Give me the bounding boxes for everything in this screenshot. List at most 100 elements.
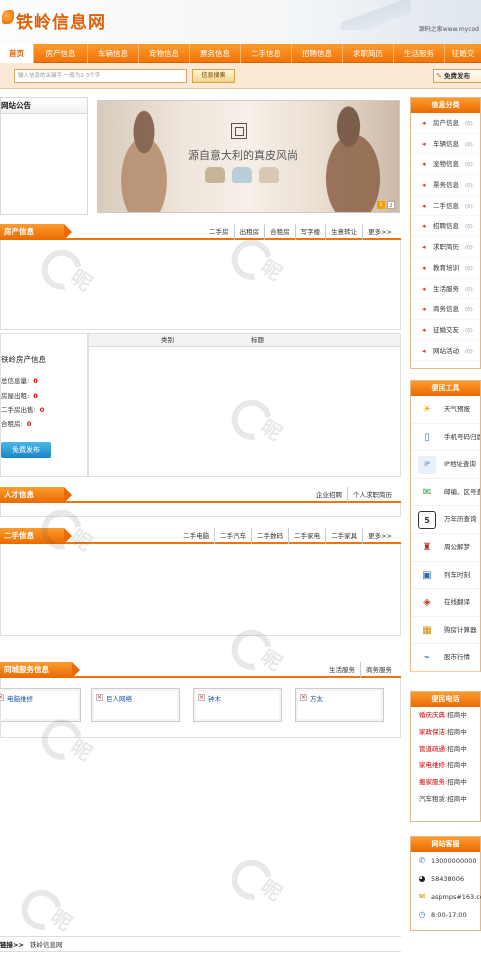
- service-hours: ◷ 8:00-17:00: [418, 910, 467, 919]
- tools-panel: 便民工具 ☀ 天气预报 ▯ 手机号码归属 IP IP地址查询 ✉ 邮编、区号查 5 万年历…: [410, 380, 481, 672]
- service-qq[interactable]: ◕ 58438006: [411, 870, 480, 888]
- service-name[interactable]: 巨人网络: [106, 693, 132, 703]
- service-card[interactable]: × 巨人网络: [91, 688, 180, 722]
- category-item[interactable]: 二手信息(0): [411, 196, 480, 217]
- service-name[interactable]: 方太: [310, 693, 323, 703]
- link-second-computer[interactable]: 二手电脑: [178, 528, 214, 544]
- category-panel-title: 信息分类: [411, 98, 480, 113]
- link-company-jobs[interactable]: 企业招聘: [311, 487, 347, 503]
- link-second-digital[interactable]: 二手数码: [251, 528, 288, 544]
- tool-item-phone[interactable]: ▯ 手机号码归属: [411, 424, 480, 452]
- nav-item-life[interactable]: 生活服务: [394, 44, 445, 63]
- talent-section-title: 人才信息: [0, 487, 72, 503]
- mail-icon: ✉: [422, 486, 432, 498]
- city-section-header: 同城服务信息 生活服务 商务服务: [0, 662, 401, 678]
- category-item[interactable]: 房产信息(0): [411, 113, 480, 134]
- category-item[interactable]: 宠物信息(0): [411, 154, 480, 176]
- link-business-service[interactable]: 商务服务: [360, 662, 397, 678]
- link-second-appliance[interactable]: 二手家电: [288, 528, 325, 544]
- banner-page-1[interactable]: 1: [377, 201, 385, 209]
- handbag-image: [259, 167, 279, 183]
- link-personal-resume[interactable]: 个人求职简历: [347, 487, 397, 503]
- house-section-links: 二手房 出租房 合租房 写字楼 生意转让 更多>>: [204, 224, 397, 240]
- publish-button[interactable]: 免费发布: [433, 69, 481, 83]
- link-rent-house[interactable]: 出租房: [233, 224, 265, 240]
- tool-item-train[interactable]: ▣ 列车时刻: [411, 562, 480, 590]
- announcement-title: 网站公告: [1, 98, 87, 114]
- category-item[interactable]: 商务信息(0): [411, 299, 480, 320]
- second-list: [0, 544, 401, 636]
- tool-item-calculator[interactable]: ▦ 购房计算器: [411, 617, 480, 645]
- tool-item-postcode[interactable]: ✉ 邮编、区号查: [411, 479, 480, 507]
- tool-item-translate[interactable]: ◈ 在线翻译: [411, 589, 480, 617]
- nav-item-jobs[interactable]: 招聘信息: [292, 44, 343, 63]
- search-button[interactable]: 信息搜索: [192, 69, 235, 83]
- link-more[interactable]: 更多>>: [362, 528, 397, 544]
- link-more[interactable]: 更多>>: [362, 224, 397, 240]
- service-email[interactable]: ✉ aspmps#163.co: [411, 888, 481, 906]
- category-item[interactable]: 教育培训(0): [411, 258, 480, 279]
- banner-page-2[interactable]: 2: [387, 201, 395, 209]
- house-section-header: 房产信息 二手房 出租房 合租房 写字楼 生意转让 更多>>: [0, 224, 401, 240]
- phones-panel-title: 便民电话: [411, 692, 480, 707]
- phone-item[interactable]: 搬家服务:招商中: [411, 774, 480, 791]
- nav-item-vehicle[interactable]: 车辆信息: [88, 44, 139, 63]
- link-life-service[interactable]: 生活服务: [324, 662, 360, 678]
- friend-links-bar: 链接>> 铁岭信息网: [0, 936, 401, 952]
- nav-item-pet[interactable]: 宠物信息: [139, 44, 190, 63]
- tool-item-ip[interactable]: IP IP地址查询: [411, 451, 480, 479]
- banner-tagline: 源自意大利的真皮风尚: [188, 149, 298, 162]
- tools-panel-title: 便民工具: [411, 381, 480, 396]
- search-input[interactable]: 输入信息的关键字 一般为2-3个字: [14, 69, 187, 83]
- friend-link[interactable]: 铁岭信息网: [30, 941, 63, 949]
- header-right-text: 源码之家www.mycod: [418, 26, 479, 33]
- category-item[interactable]: 求职简历(0): [411, 237, 480, 258]
- promo-banner[interactable]: 源自意大利的真皮风尚 1 2: [97, 100, 400, 213]
- link-business-transfer[interactable]: 生意转让: [325, 224, 362, 240]
- calendar-icon: 5: [418, 511, 436, 530]
- link-second-house[interactable]: 二手房: [204, 224, 234, 240]
- category-item[interactable]: 票务信息(0): [411, 175, 480, 196]
- service-card[interactable]: × 方太: [295, 688, 384, 722]
- phone-item[interactable]: 家政保洁:招商中: [411, 724, 480, 741]
- broken-image-icon: ×: [0, 694, 4, 701]
- tool-item-weather[interactable]: ☀ 天气预报: [411, 396, 480, 424]
- site-logo[interactable]: 铁岭信息网: [16, 8, 106, 33]
- service-name[interactable]: 钟木: [208, 693, 221, 703]
- person-icon: ♜: [422, 541, 432, 553]
- category-item[interactable]: 网站活动(0): [411, 341, 480, 362]
- column-header-title: 标题: [251, 336, 264, 344]
- category-item[interactable]: 车辆信息(0): [411, 134, 480, 155]
- nav-item-home[interactable]: 首页: [0, 44, 34, 63]
- handbag-image: [232, 167, 252, 183]
- brand-logo-icon: [231, 123, 247, 139]
- service-name[interactable]: 电脑维修: [7, 693, 33, 703]
- phone-item[interactable]: 家电维修:招商中: [411, 757, 480, 774]
- phone-item[interactable]: 汽车租赁:招商中: [411, 791, 480, 808]
- nav-item-resume[interactable]: 求职简历: [343, 44, 394, 63]
- category-item[interactable]: 生活服务(0): [411, 279, 480, 300]
- link-share-house[interactable]: 合租房: [264, 224, 295, 240]
- link-office[interactable]: 写字楼: [294, 224, 326, 240]
- free-publish-button[interactable]: 免费发布: [1, 442, 51, 458]
- category-item[interactable]: 招聘信息(0): [411, 216, 480, 238]
- link-second-car[interactable]: 二手汽车: [214, 528, 251, 544]
- nav-item-ticket[interactable]: 票务信息: [190, 44, 241, 63]
- service-card[interactable]: × 钟木: [193, 688, 282, 722]
- tool-item-dream[interactable]: ♜ 周公解梦: [411, 534, 480, 562]
- sun-icon: ☀: [422, 404, 432, 415]
- nav-item-dating[interactable]: 征婚交: [445, 44, 481, 63]
- nav-item-house[interactable]: 房产信息: [34, 44, 88, 63]
- service-panel-title: 网站客服: [411, 837, 480, 852]
- service-card[interactable]: × 电脑维修: [0, 688, 81, 722]
- tool-item-stock[interactable]: ⌁ 股市行情: [411, 644, 480, 672]
- phone-item[interactable]: 婚庆庆典:招商中: [411, 707, 480, 724]
- phone-item[interactable]: 管道疏通:招商中: [411, 741, 480, 758]
- city-section-title: 同城服务信息: [0, 662, 80, 678]
- category-item[interactable]: 征婚交友(0): [411, 320, 480, 341]
- main-nav: 首页 房产信息 车辆信息 宠物信息 票务信息 二手信息 招聘信息 求职简历 生活…: [0, 44, 481, 63]
- tool-item-calendar[interactable]: 5 万年历查询: [411, 506, 480, 534]
- link-second-furniture[interactable]: 二手家具: [325, 528, 362, 544]
- stat-row: 房屋出租: 0: [1, 392, 38, 400]
- nav-item-second[interactable]: 二手信息: [241, 44, 292, 63]
